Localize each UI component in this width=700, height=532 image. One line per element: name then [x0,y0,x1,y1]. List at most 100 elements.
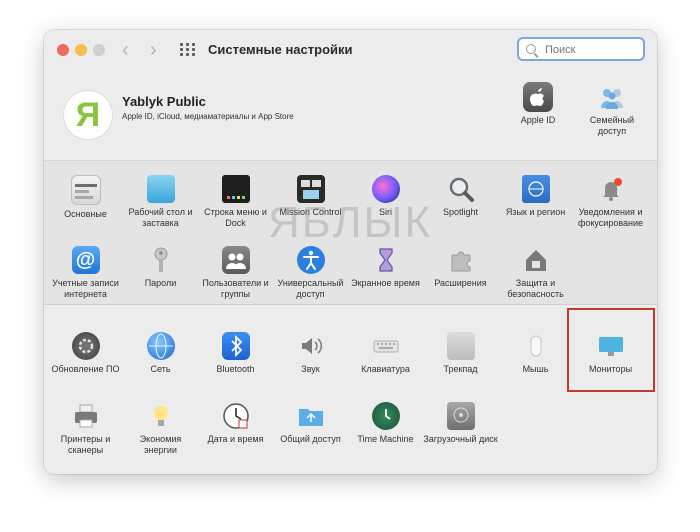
zoom-button[interactable] [93,44,105,56]
pane-label: Язык и регион [505,207,566,217]
trackpad-icon [446,332,475,360]
siri-icon [371,175,400,203]
house-lock-icon [522,246,550,274]
pane-sharing[interactable]: Общий доступ [273,402,348,445]
pane-label: Экономия энергии [139,434,182,455]
pane-energy[interactable]: Экономия энергии [123,402,198,456]
pane-label: Общий доступ [280,434,341,444]
bell-icon [597,175,625,203]
pane-label: Принтеры и сканеры [60,434,111,455]
pane-label: Звук [301,364,320,374]
shared-folder-icon [297,402,325,430]
pane-passwords[interactable]: Пароли [123,246,198,289]
pane-label: Bluetooth [216,364,255,374]
pane-label: Пользователи и группы [202,278,269,299]
pane-keyboard[interactable]: Клавиатура [348,332,423,375]
pane-label: Дата и время [207,434,264,444]
pane-label: Трекпад [443,364,478,374]
family-sharing-pane[interactable]: Семейный доступ [580,82,644,137]
pane-mouse[interactable]: Мышь [498,332,573,375]
pane-dock[interactable]: Строка меню и Dock [198,175,273,229]
desktop-icon [146,175,175,203]
system-preferences-window: ‹ › Системные настройки Я Yablyk Public … [44,30,657,474]
apple-id-pane[interactable]: Apple ID [506,82,570,126]
pane-notifications[interactable]: Уведомления и фокусирование [573,175,648,229]
displays-highlight-frame [567,308,655,392]
apple-icon [523,82,553,112]
pane-security[interactable]: Защита и безопасность [498,246,573,300]
show-all-grid-icon[interactable] [180,43,196,57]
pane-label: Экранное время [351,278,420,288]
pane-label: Учетные записи интернета [52,278,119,299]
mouse-icon [522,332,550,360]
pane-label: Защита и безопасность [507,278,564,299]
printer-icon [72,402,100,430]
pane-screen-time[interactable]: Экранное время [348,246,423,289]
mission-control-icon [296,175,325,203]
pane-label: Строка меню и Dock [204,207,267,228]
pane-label: Расширения [434,278,487,288]
flag-icon [521,175,550,203]
pane-time-machine[interactable]: Time Machine [348,402,423,445]
pane-label: Мышь [522,364,549,374]
pane-label: Обновление ПО [51,364,120,374]
pane-network[interactable]: Сеть [123,332,198,375]
avatar[interactable]: Я [64,91,112,139]
pane-desktop[interactable]: Рабочий стол и заставка [123,175,198,229]
account-header: Я Yablyk Public Apple ID, iCloud, медиам… [44,70,657,161]
pane-label: Сеть [150,364,171,374]
pane-label: Универсальный доступ [277,278,344,299]
pane-startup-disk[interactable]: Загрузочный диск [423,402,498,445]
bluetooth-icon [221,332,250,360]
pane-siri[interactable]: Siri [348,175,423,218]
pane-mission-control[interactable]: Mission Control [273,175,348,218]
keyboard-icon [372,332,400,360]
pane-date-time[interactable]: Дата и время [198,402,273,445]
account-subtitle: Apple ID, iCloud, медиаматериалы и App S… [122,112,294,121]
pane-users[interactable]: Пользователи и группы [198,246,273,300]
speaker-icon [297,332,325,360]
pane-label: Siri [379,207,392,217]
at-icon: @ [71,246,100,274]
pane-bluetooth[interactable]: Bluetooth [198,332,273,375]
pane-label: Spotlight [442,207,479,217]
apple-id-label: Apple ID [520,115,556,125]
pane-sound[interactable]: Звук [273,332,348,375]
hourglass-icon [372,246,400,274]
back-chevron-icon[interactable]: ‹ [122,38,129,62]
close-button[interactable] [57,44,69,56]
family-sharing-label: Семейный доступ [589,115,635,136]
puzzle-icon [447,246,475,274]
minimize-button[interactable] [75,44,87,56]
spotlight-icon [447,175,475,203]
gear-icon [71,332,100,360]
search-input[interactable] [543,41,643,59]
pane-trackpad[interactable]: Трекпад [423,332,498,375]
pane-spotlight[interactable]: Spotlight [423,175,498,218]
pane-label: Рабочий стол и заставка [128,207,193,228]
pane-label: Пароли [144,278,177,288]
globe-icon [146,332,175,360]
pane-label: Mission Control [279,207,342,217]
pane-software-update[interactable]: Обновление ПО [48,332,123,375]
pane-label: Основные [64,209,107,219]
pane-extensions[interactable]: Расширения [423,246,498,289]
pane-printers[interactable]: Принтеры и сканеры [48,402,123,456]
window-title: Системные настройки [208,42,353,57]
bulb-icon [147,402,175,430]
clock-icon [222,402,250,430]
pane-internet-accounts[interactable]: @ Учетные записи интернета [48,246,123,300]
pane-accessibility[interactable]: Универсальный доступ [273,246,348,300]
pane-language[interactable]: Язык и регион [498,175,573,218]
dock-icon [221,175,250,203]
general-icon [70,175,101,205]
pane-label: Загрузочный диск [423,434,498,444]
users-icon [221,246,250,274]
forward-chevron-icon[interactable]: › [150,38,157,62]
disk-icon [446,402,475,430]
accessibility-icon [296,246,325,274]
search-field[interactable] [517,37,645,61]
pane-general[interactable]: Основные [48,175,123,220]
pane-label: Time Machine [357,434,414,444]
time-machine-icon [371,402,400,430]
